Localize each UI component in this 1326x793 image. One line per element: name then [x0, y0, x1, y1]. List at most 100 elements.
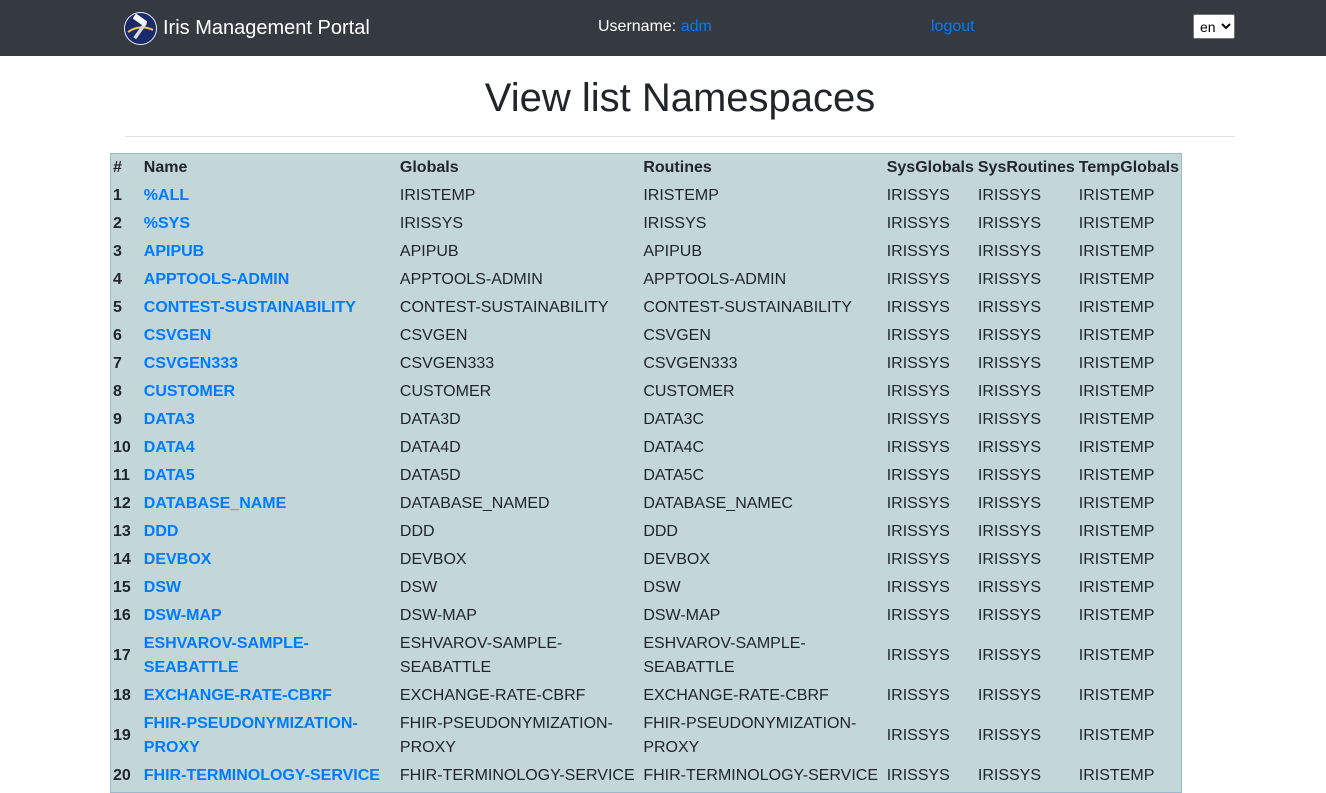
namespace-link[interactable]: APPTOOLS-ADMIN — [144, 271, 289, 288]
cell-name: CUSTOMER — [142, 378, 398, 406]
top-navbar: Iris Management Portal Username: adm log… — [0, 0, 1326, 56]
cell-sysroutines: IRISSYS — [977, 727, 1042, 744]
hammer-logo-icon — [124, 11, 157, 45]
cell-routines: DATABASE_NAMEC — [643, 495, 793, 512]
cell-number: 5 — [113, 299, 122, 316]
table-row: 19 FHIR-PSEUDONYMIZATION-PROXY FHIR-PSEUDO… — [111, 710, 1181, 762]
user-info: Username: adm — [598, 16, 712, 38]
namespace-link[interactable]: EXCHANGE-RATE-CBRF — [144, 687, 332, 704]
cell-sysglobals: IRISSYS — [886, 523, 950, 540]
cell-sysglobals: IRISSYS — [886, 411, 950, 428]
cell-globals: APIPUB — [399, 243, 459, 260]
table-row: 7 CSVGEN333 CSVGEN333 CSVGEN333 IRISSYS IRISS… — [111, 350, 1181, 378]
cell-globals: APPTOOLS-ADMIN — [399, 271, 543, 288]
namespace-link[interactable]: ESHVAROV-SAMPLE-SEABATTLE — [144, 635, 309, 676]
cell-sysglobals: IRISSYS — [886, 727, 950, 744]
cell-sysglobals: IRISSYS — [886, 439, 950, 456]
column-header-sysglobals: SysGlobals — [886, 159, 974, 176]
brand-link[interactable]: Iris Management Portal — [124, 11, 370, 45]
cell-name: DATA3 — [142, 406, 398, 434]
namespace-link[interactable]: CSVGEN333 — [144, 355, 238, 372]
cell-number: 11 — [113, 467, 130, 484]
cell-sysroutines: IRISSYS — [977, 355, 1042, 372]
namespace-link[interactable]: DATA3 — [144, 411, 195, 428]
cell-globals: IRISSYS — [399, 215, 464, 232]
cell-tempglobals: IRISTEMP — [1078, 243, 1155, 260]
cell-name: ESHVAROV-SAMPLE-SEABATTLE — [142, 630, 398, 682]
namespace-link[interactable]: FHIR-PSEUDONYMIZATION-PROXY — [144, 715, 358, 756]
namespace-link[interactable]: DEVBOX — [144, 551, 212, 568]
namespace-link[interactable]: %ALL — [144, 187, 189, 204]
cell-tempglobals: IRISTEMP — [1078, 607, 1155, 624]
cell-sysroutines: IRISSYS — [977, 551, 1042, 568]
cell-sysglobals: IRISSYS — [886, 187, 950, 204]
cell-routines: CONTEST-SUSTAINABILITY — [643, 299, 852, 316]
cell-globals: DSW — [399, 579, 438, 596]
logout-link[interactable]: logout — [931, 16, 975, 38]
cell-number: 3 — [113, 243, 122, 260]
cell-sysroutines: IRISSYS — [977, 271, 1042, 288]
namespace-link[interactable]: %SYS — [144, 215, 190, 232]
page-title: View list Namespaces — [484, 76, 876, 120]
cell-sysglobals: IRISSYS — [886, 467, 950, 484]
cell-number: 13 — [113, 523, 131, 540]
cell-routines: APIPUB — [643, 243, 702, 260]
cell-sysroutines: IRISSYS — [977, 327, 1042, 344]
cell-globals: CSVGEN333 — [399, 355, 495, 372]
username-link[interactable]: adm — [681, 18, 712, 35]
cell-globals: FHIR-PSEUDONYMIZATION-PROXY — [399, 715, 613, 756]
cell-tempglobals: IRISTEMP — [1078, 495, 1155, 512]
table-row: 9 DATA3 DATA3D DATA3C IRISSYS IRISSYS IRISTEMP — [111, 406, 1181, 434]
cell-routines: DSW — [643, 579, 681, 596]
cell-sysroutines: IRISSYS — [977, 767, 1042, 784]
cell-sysroutines: IRISSYS — [977, 523, 1042, 540]
cell-name: DEVBOX — [142, 546, 398, 574]
cell-sysroutines: IRISSYS — [977, 495, 1042, 512]
namespace-link[interactable]: DSW — [144, 579, 181, 596]
cell-globals: DATA5D — [399, 467, 461, 484]
cell-number: 12 — [113, 495, 131, 512]
language-select[interactable]: en — [1193, 14, 1235, 39]
cell-number: 15 — [113, 579, 131, 596]
cell-globals: CUSTOMER — [399, 383, 492, 400]
cell-sysroutines: IRISSYS — [977, 299, 1042, 316]
cell-sysroutines: IRISSYS — [977, 187, 1042, 204]
column-header-sysroutines: SysRoutines — [977, 159, 1075, 176]
table-row: 8 CUSTOMER CUSTOMER CUSTOMER IRISSYS IRISSYS I… — [111, 378, 1181, 406]
cell-routines: DSW-MAP — [643, 607, 721, 624]
cell-globals: DATA3D — [399, 411, 461, 428]
cell-sysroutines: IRISSYS — [977, 439, 1042, 456]
table-row: 5 CONTEST-SUSTAINABILITY CONTEST-SUSTAINAB… — [111, 294, 1181, 322]
cell-tempglobals: IRISTEMP — [1078, 411, 1155, 428]
cell-globals: DEVBOX — [399, 551, 467, 568]
namespace-link[interactable]: DATA5 — [144, 467, 195, 484]
cell-tempglobals: IRISTEMP — [1078, 271, 1155, 288]
cell-number: 19 — [113, 727, 131, 744]
cell-tempglobals: IRISTEMP — [1078, 355, 1155, 372]
cell-number: 20 — [113, 767, 131, 784]
namespace-link[interactable]: DATA4 — [144, 439, 195, 456]
namespace-link[interactable]: CSVGEN — [144, 327, 212, 344]
cell-number: 17 — [113, 647, 131, 664]
namespace-link[interactable]: CUSTOMER — [144, 383, 235, 400]
namespace-link[interactable]: FHIR-TERMINOLOGY-SERVICE — [144, 767, 380, 784]
cell-sysroutines: IRISSYS — [977, 243, 1042, 260]
cell-name: FHIR-TERMINOLOGY-SERVICE — [142, 762, 398, 790]
namespace-link[interactable]: DSW-MAP — [144, 607, 222, 624]
cell-number: 1 — [113, 187, 122, 204]
namespace-link[interactable]: APIPUB — [144, 243, 204, 260]
namespace-link[interactable]: CONTEST-SUSTAINABILITY — [144, 299, 356, 316]
table-row: 17 ESHVAROV-SAMPLE-SEABATTLE ESHVAROV-SAMP… — [111, 630, 1181, 682]
namespace-link[interactable]: DDD — [144, 523, 179, 540]
cell-sysroutines: IRISSYS — [977, 467, 1042, 484]
cell-globals: CONTEST-SUSTAINABILITY — [399, 299, 609, 316]
cell-number: 7 — [113, 355, 122, 372]
table-row: 13 DDD DDD DDD IRISSYS IRISSYS IRISTEMP — [111, 518, 1181, 546]
cell-tempglobals: IRISTEMP — [1078, 383, 1155, 400]
cell-sysglobals: IRISSYS — [886, 495, 950, 512]
namespace-link[interactable]: DATABASE_NAME — [144, 495, 287, 512]
table-row: 1 %ALL IRISTEMP IRISTEMP IRISSYS IRISSYS IRIST… — [111, 182, 1181, 210]
cell-name: DSW-MAP — [142, 602, 398, 630]
cell-sysroutines: IRISSYS — [977, 647, 1042, 664]
cell-sysglobals: IRISSYS — [886, 383, 950, 400]
